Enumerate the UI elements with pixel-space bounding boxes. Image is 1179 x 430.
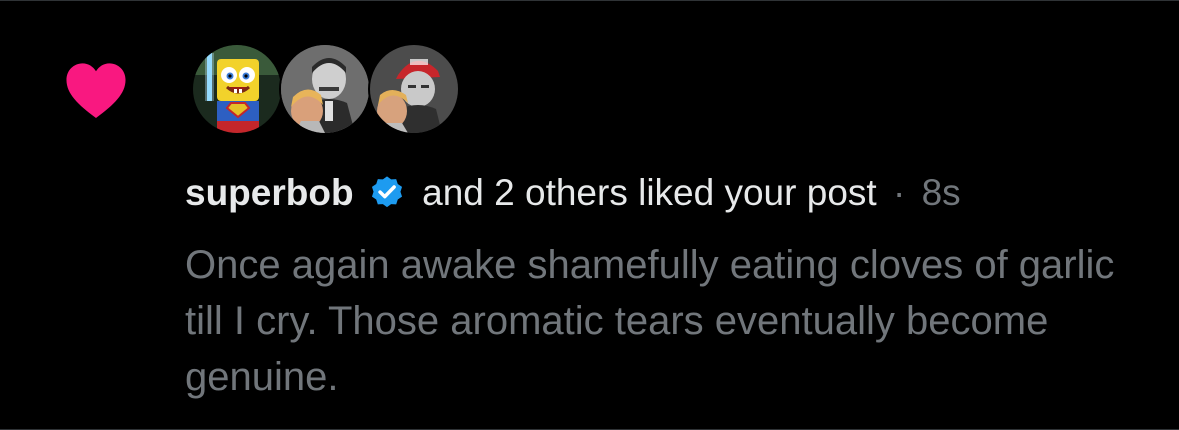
avatar-man-red-cap[interactable]: [368, 43, 460, 135]
verified-badge-icon: [371, 176, 402, 208]
separator-dot: ·: [892, 172, 906, 213]
action-text: and 2 others liked your post: [422, 172, 877, 213]
like-notification[interactable]: superbob and 2 others liked your post · …: [0, 0, 1179, 430]
avatar-man-with-child[interactable]: [279, 43, 371, 135]
time-ago: 8s: [921, 172, 961, 213]
heart-icon: [66, 63, 126, 118]
avatar-spongebob[interactable]: [191, 43, 283, 135]
post-preview-text[interactable]: Once again awake shamefully eating clove…: [185, 237, 1145, 405]
username-link[interactable]: superbob: [185, 172, 354, 213]
notification-headline: superbob and 2 others liked your post · …: [185, 171, 961, 215]
